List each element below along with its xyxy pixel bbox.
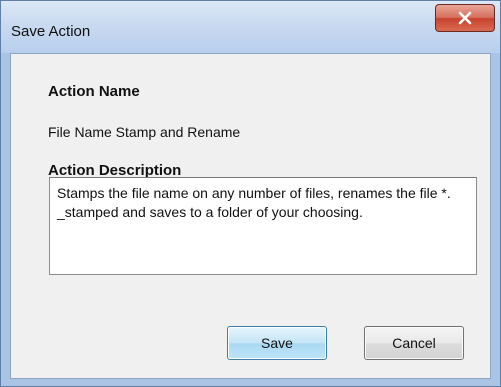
action-name-label: Action Name [48,83,140,100]
window-title: Save Action [11,23,91,40]
save-action-dialog: Save Action Action Name File Name Stamp … [0,0,501,387]
close-icon [457,11,473,25]
title-bar[interactable]: Save Action [1,1,500,53]
cancel-button[interactable]: Cancel [364,326,464,360]
close-button[interactable] [435,4,495,32]
save-button[interactable]: Save [227,326,327,360]
dialog-content: Action Name File Name Stamp and Rename A… [10,53,491,379]
action-description-field[interactable]: Stamps the file name on any number of fi… [49,177,477,275]
action-name-value: File Name Stamp and Rename [48,124,241,140]
